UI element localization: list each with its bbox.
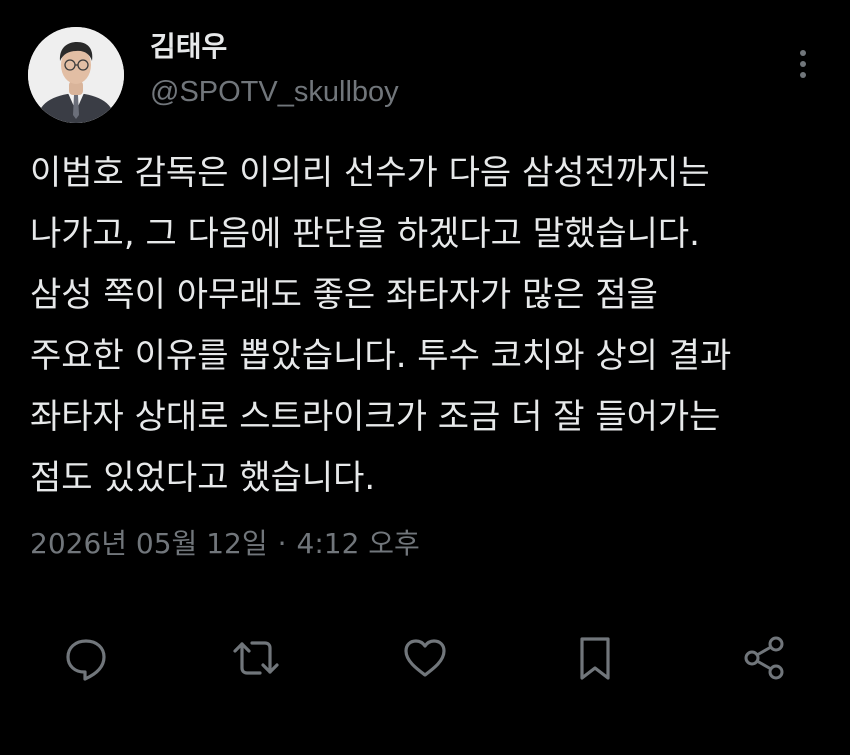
reply-icon[interactable] — [58, 630, 114, 686]
tweet-detail: 김태우 @SPOTV_skullboy 이범호 감독은 이의리 선수가 다음 삼… — [0, 0, 850, 755]
bookmark-icon[interactable] — [567, 630, 623, 686]
retweet-icon[interactable] — [228, 630, 284, 686]
tweet-text-line: 주요한 이유를 뽑았습니다. 투수 코치와 상의 결과 — [30, 336, 732, 376]
timestamp-separator: · — [277, 527, 287, 560]
display-name[interactable]: 김태우 — [150, 29, 227, 65]
profile-photo-icon — [28, 27, 124, 123]
action-bar — [0, 622, 850, 692]
tweet-timestamp[interactable]: 2026년 05월 12일 · 4:12 오후 — [30, 522, 430, 566]
tweet-text: 이범호 감독은 이의리 선수가 다음 삼성전까지는 나가고, 그 다음에 판단을… — [30, 143, 830, 509]
tweet-text-line: 나가고, 그 다음에 판단을 하겠다고 말했습니다. — [30, 214, 700, 254]
share-icon[interactable] — [736, 630, 792, 686]
avatar[interactable] — [28, 27, 124, 123]
tweet-text-line: 이범호 감독은 이의리 선수가 다음 삼성전까지는 — [30, 153, 710, 193]
tweet-text-line: 좌타자 상대로 스트라이크가 조금 더 잘 들어가는 — [30, 397, 721, 437]
tweet-date: 2026년 05월 12일 — [30, 527, 268, 560]
tweet-time: 4:12 오후 — [296, 527, 420, 560]
like-icon[interactable] — [397, 630, 453, 686]
more-options-icon[interactable] — [786, 44, 820, 84]
tweet-text-line: 점도 있었다고 했습니다. — [30, 458, 376, 498]
user-handle[interactable]: @SPOTV_skullboy — [150, 73, 399, 111]
tweet-text-line: 삼성 쪽이 아무래도 좋은 좌타자가 많은 점을 — [30, 275, 658, 315]
